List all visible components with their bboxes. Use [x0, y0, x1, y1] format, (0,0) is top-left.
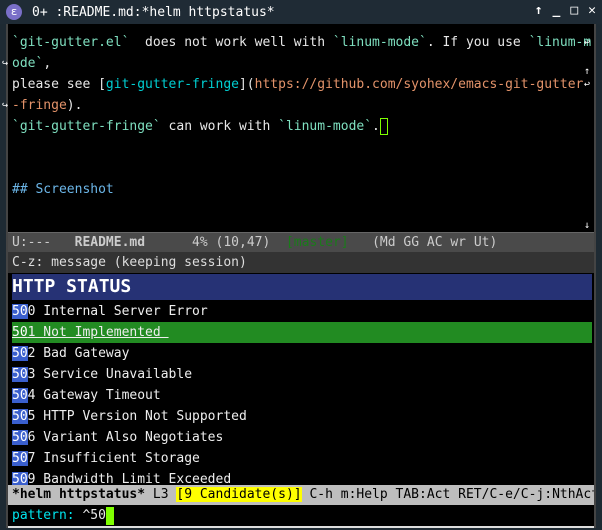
helm-candidate[interactable]: 500 Internal Server Error	[12, 301, 592, 322]
match-highlight: 50	[12, 367, 28, 382]
match-highlight: 50	[12, 430, 28, 445]
candidate-text: 5 HTTP Version Not Supported	[27, 409, 247, 424]
helm-source-header: HTTP STATUS	[12, 274, 592, 300]
wrap-right-icon: ↩	[584, 37, 591, 48]
candidate-text: 6 Variant Also Negotiates	[27, 430, 224, 445]
text-span: ## Screenshot	[12, 182, 114, 197]
buffer-status: U:---	[12, 235, 52, 250]
candidate-text: 2 Bad Gateway	[27, 346, 130, 361]
cursor	[105, 506, 114, 525]
fringe-bottom-arrow-icon: ↓	[584, 220, 591, 231]
candidate-text: 7 Insufficient Storage	[27, 451, 200, 466]
buffer-name: README.md	[74, 235, 146, 250]
editor-line: please see [git-gutter-fringe](https://g…	[12, 74, 583, 95]
text-span: ).	[66, 98, 83, 113]
text-span: please see [	[12, 77, 106, 92]
match-highlight: 50	[12, 388, 28, 403]
helm-candidate[interactable]: 505 HTTP Version Not Supported	[12, 406, 592, 427]
window-title: 0+ :README.md:*helm httpstatus*	[32, 4, 275, 20]
wrap-left-icon: ↪	[2, 58, 9, 69]
text-span: . If you use	[426, 35, 529, 50]
wrap-right-icon: ↩	[584, 79, 591, 90]
emacs-logo-icon: ε	[6, 4, 22, 20]
helm-candidate[interactable]: 501 Not Implemented	[12, 322, 592, 343]
helm-mode-line: *helm httpstatus* L3 [9 Candidate(s)] C-…	[8, 485, 594, 505]
text-span: -fringe	[12, 98, 67, 113]
text-span: https://github.com/syohex/emacs-git-gutt…	[254, 77, 584, 92]
text-span: git-gutter-fringe	[105, 77, 239, 92]
helm-candidate[interactable]: 506 Variant Also Negotiates	[12, 427, 592, 448]
match-highlight: 50	[12, 346, 28, 361]
git-branch: [master]	[285, 235, 349, 250]
raise-button[interactable]: ↑	[535, 3, 543, 18]
title-bar: ε 0+ :README.md:*helm httpstatus* ↑ _ □ …	[0, 0, 602, 24]
mode-line: U:--- README.md 4% (10,47) [master] (Md …	[8, 232, 594, 252]
minimize-button[interactable]: _	[553, 3, 561, 18]
editor-line: -fringe).	[12, 95, 82, 116]
emacs-frame: `git-gutter.el` does not work well with …	[2, 24, 596, 528]
match-highlight: 50	[12, 304, 28, 319]
editor-line: ## Screenshot	[12, 179, 114, 200]
minor-modes: (Md GG AC wr Ut)	[372, 235, 498, 250]
text-span: does not work well with	[129, 35, 333, 50]
maximize-button[interactable]: □	[570, 3, 578, 18]
text-span: .	[372, 119, 380, 134]
cursor	[379, 118, 388, 135]
candidate-text: 1 Not Implemented	[27, 325, 169, 340]
editor-line: `git-gutter-fringe` can work with `linum…	[12, 116, 388, 137]
text-span: `linum-mode`	[278, 119, 373, 134]
helm-message: C-z: message (keeping session)	[8, 252, 594, 273]
pattern-prompt: pattern:	[12, 508, 83, 523]
text-span: `git-gutter-fringe`	[12, 119, 161, 134]
candidate-count: [9 Candidate(s)]	[176, 487, 302, 502]
helm-candidate[interactable]: 503 Service Unavailable	[12, 364, 592, 385]
match-highlight: 50	[12, 451, 28, 466]
helm-buffer-name: *helm httpstatus*	[12, 487, 146, 502]
helm-candidate[interactable]: 507 Insufficient Storage	[12, 448, 592, 469]
buffer-position: 4% (10,47)	[192, 235, 271, 250]
helm-candidate[interactable]: 502 Bad Gateway	[12, 343, 592, 364]
text-span: `git-gutter.el`	[12, 35, 130, 50]
match-highlight: 50	[12, 325, 28, 340]
text-span: ode`	[12, 56, 44, 71]
text-span: `linum-mode`	[332, 35, 427, 50]
close-button[interactable]: ✕	[588, 3, 596, 18]
candidate-text: 3 Service Unavailable	[27, 367, 193, 382]
match-highlight: 50	[12, 409, 28, 424]
candidate-text: 0 Internal Server Error	[27, 304, 208, 319]
candidate-text: 4 Gateway Timeout	[27, 388, 161, 403]
minibuffer[interactable]: pattern: ^50	[12, 505, 114, 526]
text-span: ](	[238, 77, 255, 92]
text-span: `linum-m	[528, 35, 592, 50]
frame-bottom-border	[8, 526, 594, 528]
fringe-top-arrow-icon: ↑	[584, 66, 591, 77]
wrap-left-icon: ↪	[2, 100, 9, 111]
text-span: can work with	[160, 119, 279, 134]
editor-line: ode`,	[12, 53, 51, 74]
editor-line: `git-gutter.el` does not work well with …	[12, 32, 591, 53]
helm-candidate[interactable]: 504 Gateway Timeout	[12, 385, 592, 406]
pattern-input[interactable]: ^50	[82, 508, 105, 523]
helm-help-keys: C-h m:Help TAB:Act RET/C-e/C-j:NthAct	[309, 487, 594, 502]
helm-line: L3	[152, 487, 169, 502]
text-span: ,	[43, 56, 52, 71]
